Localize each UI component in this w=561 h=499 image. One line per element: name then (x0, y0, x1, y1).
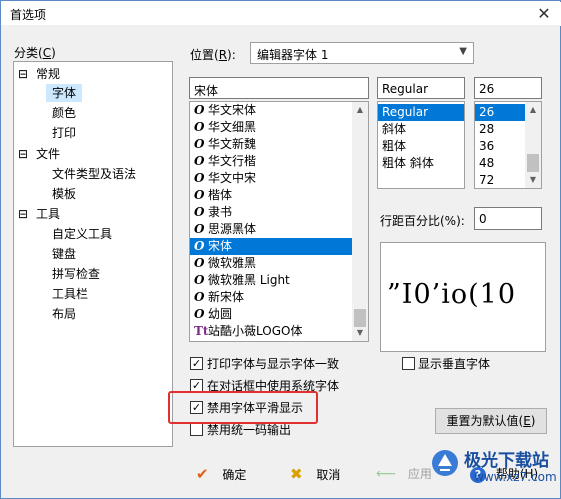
tree-item-custom-tools[interactable]: 自定义工具 (52, 225, 112, 243)
reset-defaults-button[interactable]: 重置为默认值(E) (435, 408, 547, 434)
cross-icon: ✖ (290, 465, 303, 483)
font-size-list[interactable]: 26 28 36 48 72 ▲ ▼ (474, 101, 542, 189)
tree-item-keyboard[interactable]: 键盘 (52, 245, 76, 263)
preview-text: ”I0’io(10 (387, 279, 517, 310)
list-item[interactable]: O 幼圆 (190, 306, 356, 323)
opentype-font-icon: O (194, 256, 205, 270)
tree-item-file-types[interactable]: 文件类型及语法 (52, 165, 136, 183)
font-preview: ”I0’io(10 (380, 242, 546, 352)
scroll-thumb[interactable] (527, 154, 539, 172)
opentype-font-icon: O (194, 307, 205, 321)
tree-item-tools[interactable]: 工具 (36, 205, 60, 223)
list-item[interactable]: O 微软雅黑 (190, 255, 356, 272)
arrow-left-icon: ⟵ (376, 466, 397, 482)
tree-item-layout[interactable]: 布局 (52, 305, 76, 323)
tree-item-general[interactable]: 常规 (36, 65, 60, 83)
list-item-selected[interactable]: O 宋体 (190, 238, 356, 255)
show-vertical-font-checkbox[interactable] (402, 357, 415, 370)
opentype-font-icon: O (194, 103, 205, 117)
watermark-url: www.xz7.com (474, 470, 557, 484)
list-item[interactable]: 斜体 (378, 121, 464, 138)
font-name-list[interactable]: O 华文宋体 O 华文细黑 O 华文新魏 O 华文行楷 O 华文中宋 O 楷体 O 隶书 O思… (189, 101, 369, 342)
list-item[interactable]: O 微软雅黑 Light (190, 272, 356, 289)
list-item[interactable]: 28 (475, 121, 527, 138)
cancel-button[interactable]: ✖ 取消 (290, 462, 340, 486)
list-item[interactable]: O 华文行楷 (190, 153, 356, 170)
position-label: 位置(R): (190, 48, 236, 62)
opentype-font-icon: O (194, 171, 205, 185)
window-title: 首选项 (10, 8, 47, 22)
list-item[interactable]: Tt站酷小薇LOGO体 (190, 323, 356, 340)
watermark-title: 极光下载站 (464, 451, 549, 471)
highlight-box (168, 391, 318, 424)
list-item-selected[interactable]: 26 (475, 104, 527, 121)
opentype-font-icon: O (194, 154, 205, 168)
position-value: 编辑器字体 1 (257, 48, 329, 62)
tree-item-print[interactable]: 打印 (52, 124, 76, 142)
list-item[interactable]: 72 (475, 172, 527, 188)
print-font-same-label: 打印字体与显示字体一致 (207, 357, 340, 371)
title-bar: 首选项 ✕ (2, 2, 561, 26)
close-icon[interactable]: ✕ (528, 3, 560, 25)
tree-item-colors[interactable]: 颜色 (52, 104, 76, 122)
checkmark-icon: ✔ (196, 465, 209, 483)
category-label: 分类(C) (14, 46, 56, 60)
scroll-down-icon[interactable]: ▼ (525, 172, 541, 188)
font-style-input[interactable]: Regular (377, 77, 465, 99)
opentype-font-icon: O (194, 120, 205, 134)
position-dropdown[interactable]: 编辑器字体 1 ▼ (250, 42, 474, 64)
list-item[interactable]: O 隶书 (190, 204, 356, 221)
list-item[interactable]: O 华文中宋 (190, 170, 356, 187)
font-name-input[interactable]: 宋体 (189, 77, 369, 99)
list-item[interactable]: 48 (475, 155, 527, 172)
scroll-down-icon[interactable]: ▼ (352, 325, 368, 341)
tree-expander-icon[interactable]: ⊟ (18, 145, 28, 163)
scroll-up-icon[interactable]: ▲ (525, 102, 541, 118)
opentype-font-icon: O (194, 205, 205, 219)
tree-item-file[interactable]: 文件 (36, 145, 60, 163)
font-list-scrollbar[interactable]: ▲ ▼ (352, 102, 368, 341)
watermark: 极光下载站 www.xz7.com (430, 446, 558, 498)
list-item[interactable]: O 华文新魏 (190, 136, 356, 153)
font-size-input[interactable]: 26 (474, 77, 542, 99)
tree-item-fonts[interactable]: 字体 (46, 84, 83, 102)
tree-expander-icon[interactable]: ⊟ (18, 205, 28, 223)
show-vertical-font-label: 显示垂直字体 (418, 357, 491, 371)
tree-item-toolbar[interactable]: 工具栏 (52, 285, 88, 303)
size-list-scrollbar[interactable]: ▲ ▼ (525, 102, 541, 188)
opentype-font-icon: O (194, 222, 205, 236)
list-item[interactable]: O 华文细黑 (190, 119, 356, 136)
watermark-logo-icon (432, 450, 458, 476)
ok-button[interactable]: ✔ 确定 (196, 462, 246, 486)
tree-expander-icon[interactable]: ⊟ (18, 65, 28, 83)
list-item[interactable]: O 新宋体 (190, 289, 356, 306)
opentype-font-icon: O (194, 188, 205, 202)
list-item[interactable]: 粗体 (378, 138, 464, 155)
print-font-same-checkbox[interactable]: ✓ (190, 357, 203, 370)
list-item[interactable]: O 楷体 (190, 187, 356, 204)
tree-item-spell-check[interactable]: 拼写检查 (52, 265, 100, 283)
category-tree[interactable]: ⊟ 常规 字体 颜色 打印 ⊟ 文件 文件类型及语法 模板 ⊟ 工具 自定义工具… (13, 61, 173, 447)
list-item-selected[interactable]: Regular (378, 104, 464, 121)
list-item[interactable]: 36 (475, 138, 527, 155)
opentype-font-icon: O (194, 239, 205, 253)
opentype-font-icon: O (194, 137, 205, 151)
tree-item-templates[interactable]: 模板 (52, 185, 76, 203)
opentype-font-icon: O (194, 273, 205, 287)
font-style-list[interactable]: Regular 斜体 粗体 粗体 斜体 (377, 101, 465, 189)
line-spacing-input[interactable]: 0 (474, 207, 542, 230)
line-spacing-label: 行距百分比(%): (380, 214, 465, 228)
apply-button[interactable]: ⟵ 应用 (376, 462, 432, 486)
truetype-font-icon: Tt (194, 324, 209, 338)
disable-unified-output-checkbox[interactable] (190, 423, 203, 436)
list-item[interactable]: 粗体 斜体 (378, 155, 464, 172)
scroll-up-icon[interactable]: ▲ (352, 102, 368, 118)
opentype-font-icon: O (194, 290, 205, 304)
list-item[interactable]: O 华文宋体 (190, 102, 356, 119)
chevron-down-icon: ▼ (459, 46, 467, 57)
list-item[interactable]: O 思源黑体 (190, 221, 356, 238)
